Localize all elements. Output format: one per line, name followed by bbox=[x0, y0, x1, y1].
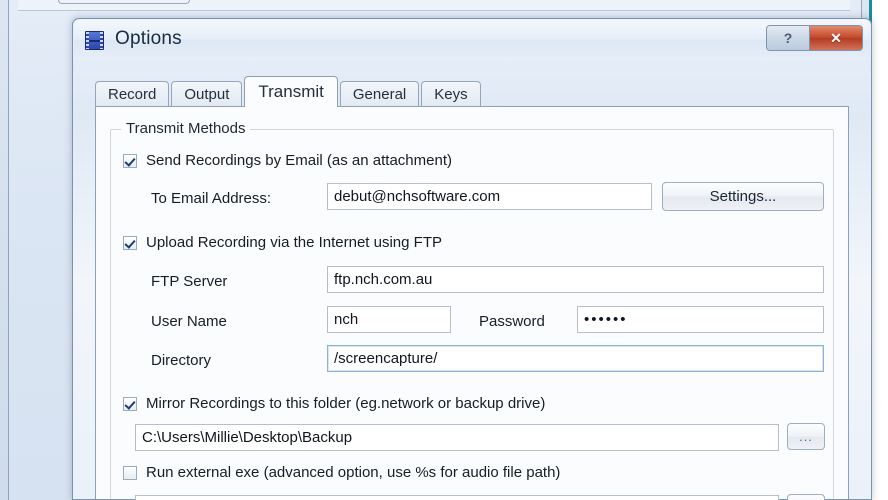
email-address-label: To Email Address: bbox=[151, 190, 272, 207]
screen: Options ? ✕ Record Output Transmit Gener… bbox=[0, 0, 888, 500]
ftp-server-input[interactable]: ftp.nch.com.au bbox=[327, 266, 824, 293]
background-toolbar bbox=[18, 0, 850, 11]
mirror-browse-button[interactable]: ... bbox=[787, 423, 825, 450]
transmit-methods-group: Transmit Methods Send Recordings by Emai… bbox=[110, 120, 834, 500]
window-buttons: ? ✕ bbox=[766, 25, 863, 51]
external-exe-input[interactable] bbox=[135, 495, 779, 500]
mirror-folder-input[interactable]: C:\Users\Millie\Desktop\Backup bbox=[135, 424, 779, 451]
ftp-password-label: Password bbox=[479, 313, 545, 330]
dialog-title: Options bbox=[115, 28, 182, 49]
desktop-background bbox=[872, 0, 888, 500]
transmit-methods-label: Transmit Methods bbox=[121, 120, 251, 137]
background-toolbar-button[interactable] bbox=[58, 0, 190, 4]
send-email-label: Send Recordings by Email (as an attachme… bbox=[146, 152, 452, 169]
run-external-exe-label: Run external exe (advanced option, use %… bbox=[146, 464, 561, 481]
mirror-recordings-checkbox[interactable]: Mirror Recordings to this folder (eg.net… bbox=[123, 395, 545, 412]
tab-record[interactable]: Record bbox=[95, 81, 170, 107]
ftp-username-label: User Name bbox=[151, 313, 227, 330]
film-strip-icon bbox=[85, 31, 104, 50]
ftp-password-input[interactable]: •••••• bbox=[577, 306, 824, 333]
film-strip-icon-bar bbox=[89, 40, 100, 42]
close-button[interactable]: ✕ bbox=[810, 26, 862, 50]
tab-output[interactable]: Output bbox=[171, 81, 243, 107]
ftp-username-input[interactable]: nch bbox=[327, 306, 451, 333]
ftp-upload-label: Upload Recording via the Internet using … bbox=[146, 234, 442, 251]
checkbox-box-mirror bbox=[123, 396, 137, 411]
mirror-recordings-label: Mirror Recordings to this folder (eg.net… bbox=[146, 395, 546, 412]
tab-strip: Record Output Transmit General Keys bbox=[95, 76, 483, 107]
email-settings-button[interactable]: Settings... bbox=[662, 182, 824, 211]
tab-transmit[interactable]: Transmit bbox=[244, 76, 338, 107]
ftp-directory-input[interactable]: /screencapture/ bbox=[327, 345, 824, 372]
ftp-server-label: FTP Server bbox=[151, 273, 228, 290]
checkbox-box-external bbox=[123, 465, 137, 480]
options-dialog: Options ? ✕ Record Output Transmit Gener… bbox=[72, 18, 872, 500]
send-email-checkbox[interactable]: Send Recordings by Email (as an attachme… bbox=[123, 152, 452, 169]
ftp-directory-label: Directory bbox=[151, 352, 212, 369]
external-browse-button[interactable]: ... bbox=[787, 494, 825, 500]
transmit-tab-page: Transmit Methods Send Recordings by Emai… bbox=[95, 106, 849, 500]
run-external-exe-checkbox[interactable]: Run external exe (advanced option, use %… bbox=[123, 464, 560, 481]
tab-keys[interactable]: Keys bbox=[421, 81, 481, 107]
email-address-input[interactable]: debut@nchsoftware.com bbox=[327, 183, 652, 210]
checkbox-box-email bbox=[123, 153, 137, 168]
help-button[interactable]: ? bbox=[767, 26, 810, 50]
tab-general[interactable]: General bbox=[339, 81, 420, 107]
ftp-upload-checkbox[interactable]: Upload Recording via the Internet using … bbox=[123, 234, 442, 251]
checkbox-box-ftp bbox=[123, 235, 137, 250]
dialog-titlebar[interactable]: Options ? ✕ bbox=[73, 19, 871, 61]
